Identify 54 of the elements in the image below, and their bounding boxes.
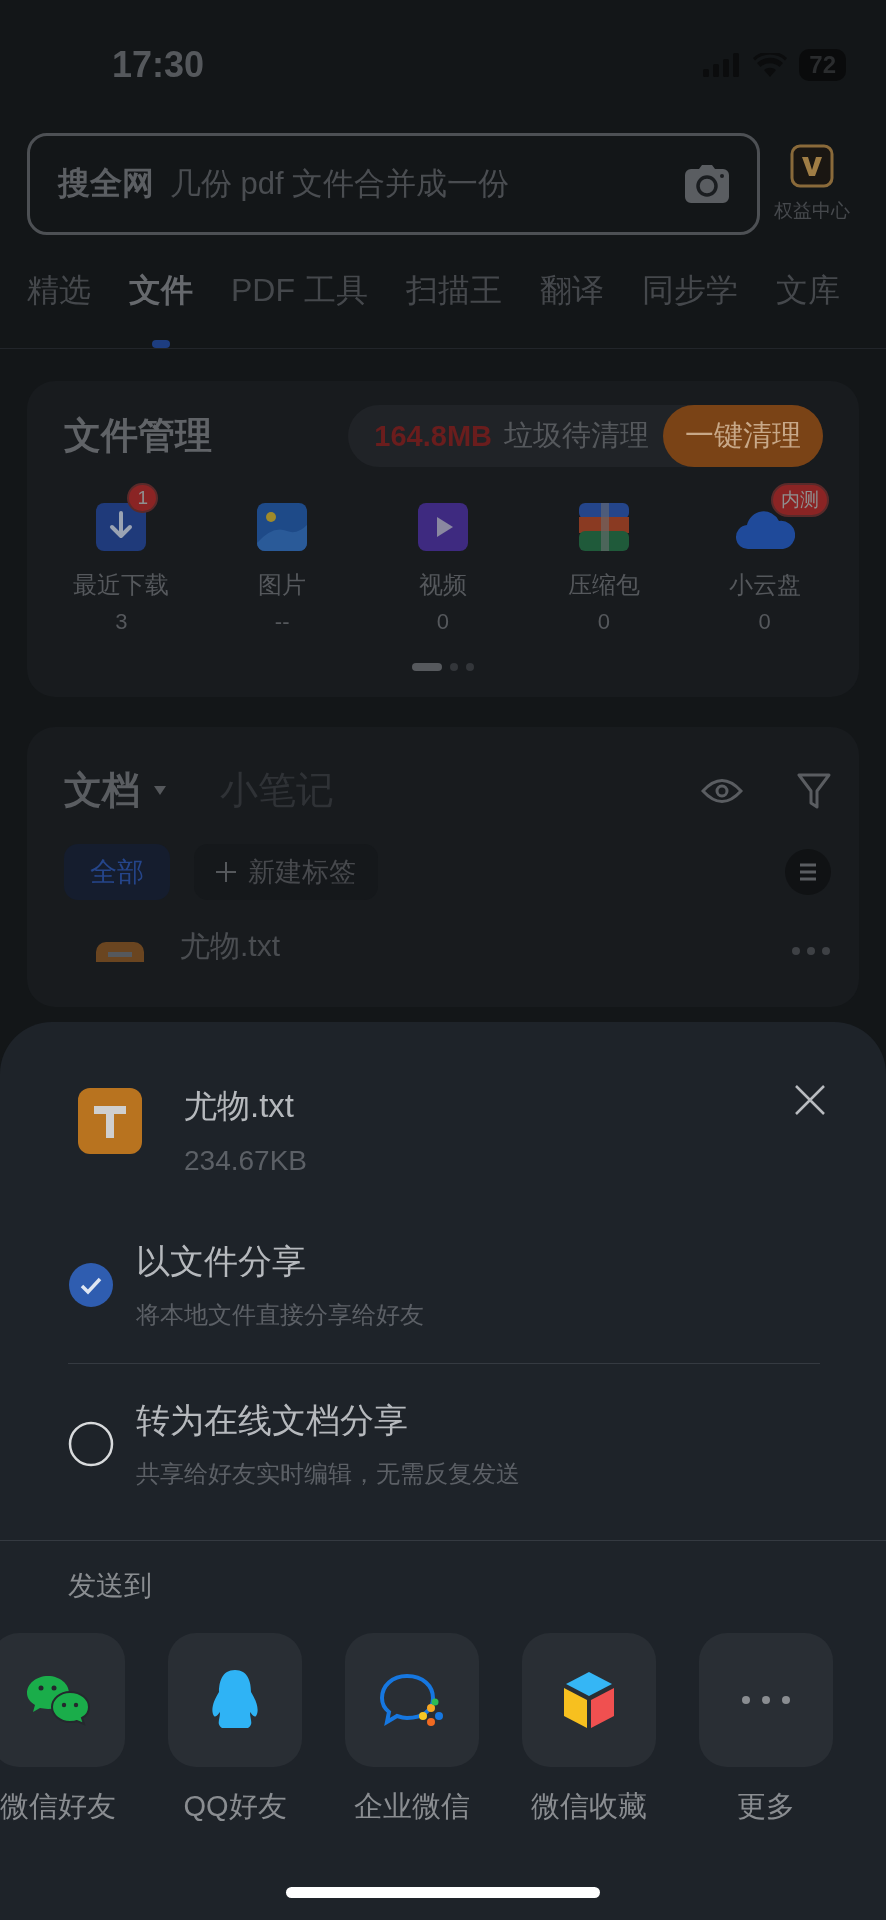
category-label[interactable]: 视频 — [419, 569, 467, 601]
file-count: 0 — [597, 609, 610, 635]
junk-size: 164.8MB — [374, 419, 492, 453]
v-logo-icon[interactable] — [790, 144, 834, 188]
file-count: -- — [274, 609, 290, 635]
share-target-label[interactable]: 微信好友 — [0, 1787, 116, 1827]
share-target-tile[interactable] — [522, 1633, 656, 1767]
category-label[interactable]: 最近下载 — [73, 569, 170, 601]
camera-icon[interactable] — [685, 165, 729, 203]
share-target-tile[interactable] — [345, 1633, 479, 1767]
card-title: 文件管理 — [64, 414, 212, 458]
share-target-tile[interactable] — [0, 1633, 125, 1767]
share-target-tile[interactable] — [699, 1633, 833, 1767]
clean-button[interactable]: 一键清理 — [663, 405, 823, 467]
option-title[interactable]: 转为在线文档分享 — [136, 1398, 520, 1444]
file-count: 0 — [758, 609, 771, 635]
document-tab[interactable]: 文档 — [64, 765, 140, 816]
share-target-label[interactable]: 企业微信 — [354, 1787, 470, 1827]
file-size: 234.67KB — [184, 1145, 307, 1177]
text-file-icon — [96, 942, 144, 962]
search-scope[interactable]: 搜全网 — [58, 162, 154, 206]
share-target-tile[interactable] — [168, 1633, 302, 1767]
cube-icon — [562, 1670, 616, 1730]
plus-icon — [216, 862, 236, 882]
badge: 内测 — [770, 483, 829, 517]
share-target-label[interactable]: 更多 — [737, 1787, 795, 1827]
tag-chip[interactable]: 全部 — [64, 844, 170, 900]
badge: 1 — [127, 483, 158, 513]
more-icon — [741, 1695, 791, 1705]
category-label[interactable]: 小云盘 — [728, 569, 801, 601]
search-input[interactable]: 几份 pdf 文件合并成一份 — [168, 165, 671, 203]
option-description: 共享给好友实时编辑，无需反复发送 — [136, 1459, 520, 1489]
category-label[interactable]: 压缩包 — [567, 569, 640, 601]
send-to-label: 发送到 — [67, 1569, 153, 1603]
chat-bubbles-icon — [26, 1674, 90, 1726]
share-target-label[interactable]: QQ好友 — [183, 1787, 287, 1827]
radio-unchecked[interactable] — [68, 1421, 114, 1467]
list-icon[interactable] — [785, 849, 831, 895]
file-name: 尤物.txt — [184, 1086, 295, 1126]
radio-checked[interactable] — [68, 1262, 114, 1308]
option-description: 将本地文件直接分享给好友 — [136, 1300, 424, 1330]
close-icon[interactable] — [794, 1084, 826, 1116]
file-count: 0 — [436, 609, 450, 635]
share-target-label[interactable]: 微信收藏 — [531, 1787, 647, 1827]
filter-icon[interactable] — [797, 772, 831, 809]
text-file-icon — [78, 1088, 142, 1154]
file-count: 3 — [115, 609, 128, 635]
category-tab[interactable]: 文件 — [129, 271, 193, 348]
category-label[interactable]: 图片 — [258, 569, 307, 601]
dropdown-icon[interactable] — [154, 786, 166, 795]
search-field[interactable]: 搜全网 几份 pdf 文件合并成一份 — [27, 133, 760, 235]
option-title[interactable]: 以文件分享 — [136, 1239, 424, 1285]
status-time: 17:30 — [112, 44, 205, 86]
chat-bubble-icon — [379, 1672, 445, 1728]
